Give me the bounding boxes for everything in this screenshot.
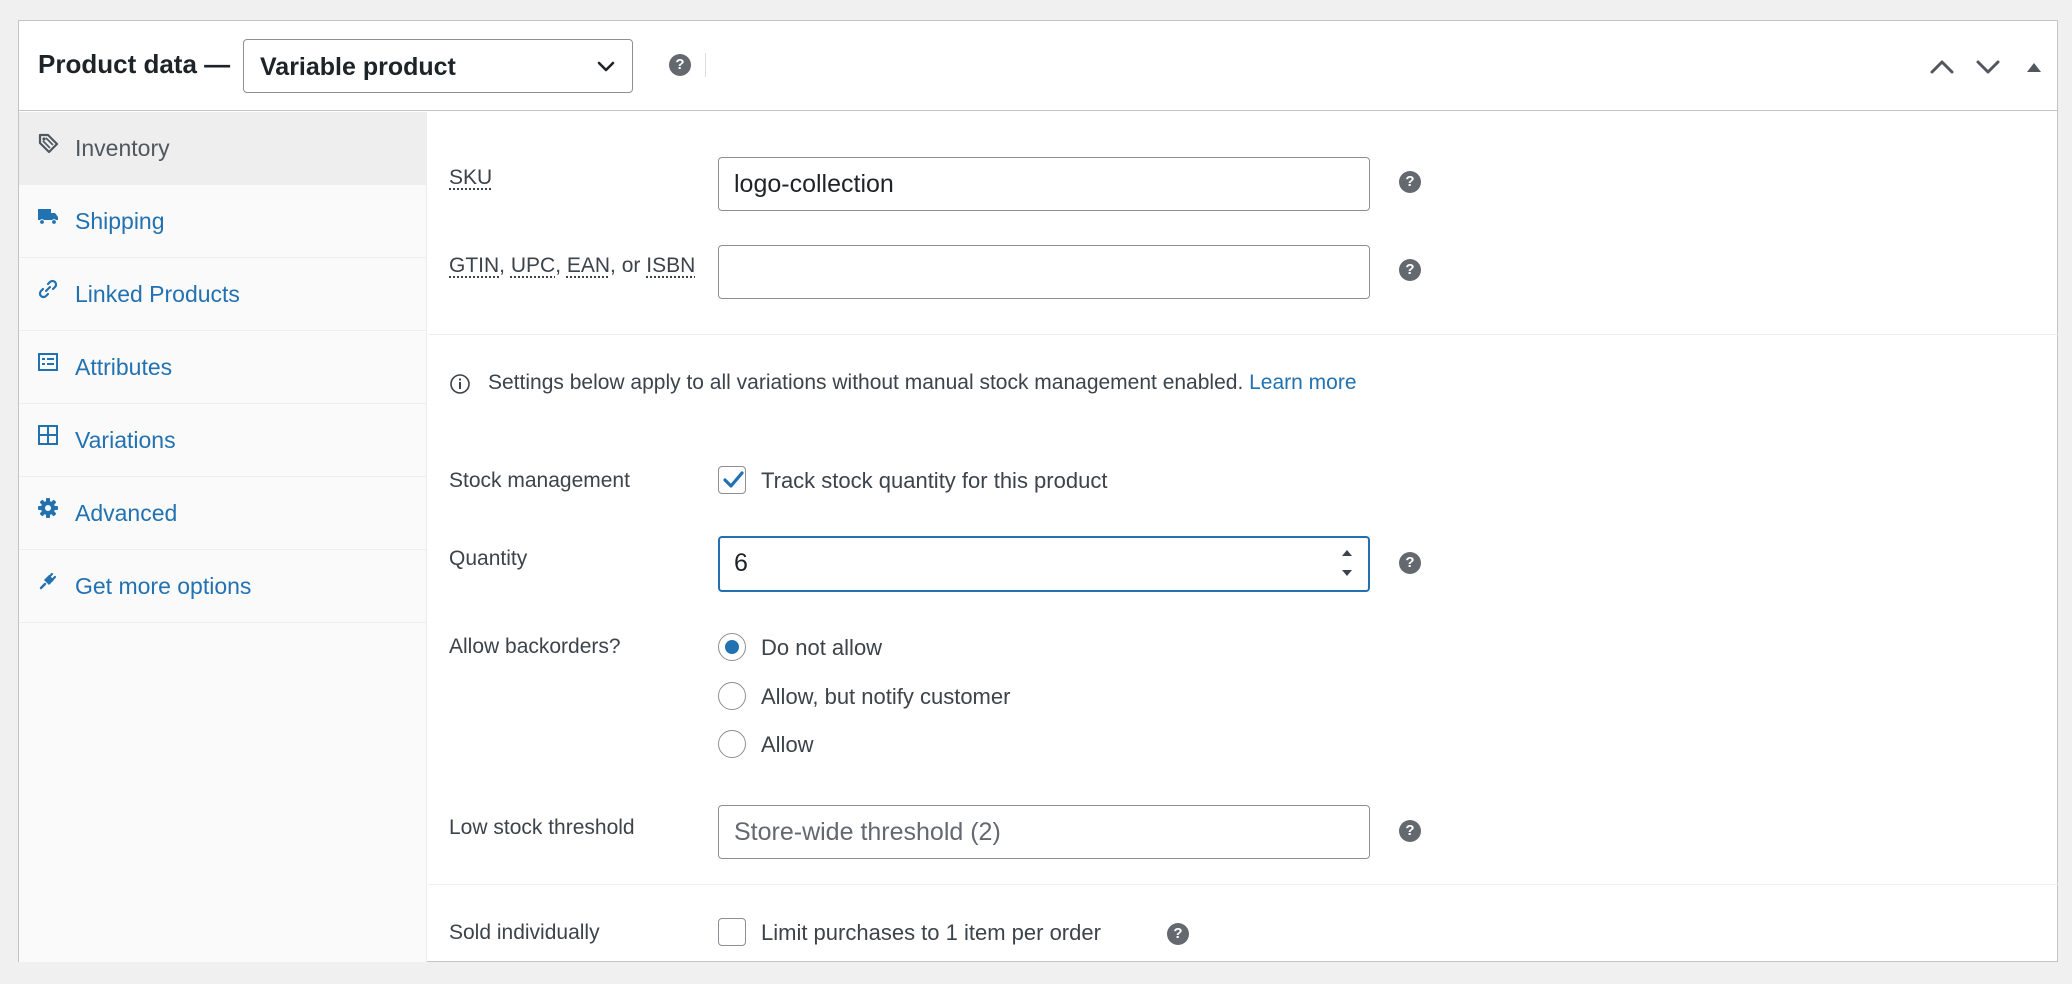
product-type-value: Variable product — [260, 53, 456, 81]
section-divider — [428, 884, 2059, 885]
stock-notice: Settings below apply to all variations w… — [488, 371, 1357, 395]
tab-shipping[interactable]: Shipping — [19, 185, 427, 258]
info-icon — [450, 374, 470, 394]
sold-individually-checkbox[interactable] — [718, 918, 746, 946]
section-divider — [428, 334, 2059, 335]
backorder-option-label: Do not allow — [761, 635, 883, 660]
move-down-icon[interactable] — [1973, 53, 2003, 81]
limit-purchases-label: Limit purchases to 1 item per order — [761, 920, 1101, 945]
plugin-icon — [39, 572, 57, 590]
tab-label: Inventory — [75, 135, 170, 161]
quantity-help-icon[interactable]: ? — [1399, 552, 1421, 574]
panel-header: Product data — Variable product ? — [19, 21, 2057, 111]
tab-attributes[interactable]: Attributes — [19, 331, 427, 404]
product-type-select[interactable]: Variable product — [243, 39, 633, 93]
backorder-option-label: Allow, but notify customer — [761, 684, 1011, 709]
tab-label: Get more options — [75, 573, 252, 599]
gtin-sep-3: , or — [610, 254, 647, 277]
tab-label: Variations — [75, 427, 176, 453]
sold-individually-label: Sold individually — [449, 921, 600, 944]
tab-inventory[interactable]: Inventory — [19, 112, 427, 185]
gear-icon — [38, 498, 58, 518]
tab-linked-products[interactable]: Linked Products — [19, 258, 427, 331]
sku-input[interactable]: logo-collection — [718, 157, 1370, 211]
gtin-abbr: GTIN — [449, 254, 500, 277]
product-data-tabs: Inventory Shipping Linked Products Attri… — [19, 112, 427, 962]
quantity-label: Quantity — [449, 547, 528, 570]
backorder-option-label: Allow — [761, 732, 814, 757]
chevron-down-icon — [597, 61, 615, 72]
backorder-radio-notify[interactable] — [718, 682, 746, 710]
tab-get-more-options[interactable]: Get more options — [19, 550, 427, 623]
spinner-arrows-icon[interactable] — [1334, 542, 1360, 584]
learn-more-link[interactable]: Learn more — [1249, 371, 1356, 394]
quantity-stepper[interactable]: 6 — [718, 536, 1370, 592]
track-stock-label: Track stock quantity for this product — [761, 468, 1108, 493]
backorder-radio-yes[interactable] — [718, 730, 746, 758]
quantity-value: 6 — [734, 549, 748, 577]
sku-label: SKU — [449, 166, 493, 189]
stock-management-label: Stock management — [449, 469, 630, 492]
backorders-label: Allow backorders? — [449, 635, 621, 658]
checkmark-icon — [723, 471, 744, 488]
ean-abbr: EAN — [566, 254, 611, 277]
inventory-panel: SKU logo-collection ? GTIN, UPC, EAN, or… — [428, 112, 2059, 962]
truck-icon — [38, 209, 58, 225]
low-stock-help-icon[interactable]: ? — [1399, 820, 1421, 842]
header-divider — [705, 53, 706, 77]
collapse-toggle-icon[interactable] — [2019, 53, 2049, 81]
gtin-sep-1: , — [499, 254, 511, 277]
tag-icon — [38, 133, 59, 154]
upc-abbr: UPC — [510, 254, 556, 277]
tab-label: Advanced — [75, 500, 178, 526]
gtin-label: GTIN, UPC, EAN, or ISBN — [449, 254, 695, 278]
product-type-help-icon[interactable]: ? — [669, 54, 691, 76]
backorder-radio-no[interactable] — [718, 633, 746, 661]
panel-title: Product data — — [38, 49, 231, 79]
tab-label: Linked Products — [75, 281, 240, 307]
grid-icon — [38, 425, 58, 445]
isbn-abbr: ISBN — [646, 254, 696, 277]
stock-notice-text: Settings below apply to all variations w… — [488, 371, 1244, 394]
list-icon — [38, 353, 58, 371]
tab-variations[interactable]: Variations — [19, 404, 427, 477]
gtin-help-icon[interactable]: ? — [1399, 259, 1421, 281]
gtin-input[interactable] — [718, 245, 1370, 299]
move-up-icon[interactable] — [1927, 53, 1957, 81]
gtin-sep-2: , — [555, 254, 567, 277]
tab-label: Attributes — [75, 354, 173, 380]
sold-individually-help-icon[interactable]: ? — [1167, 923, 1189, 945]
product-data-panel: Product data — Variable product ? Invent… — [18, 20, 2059, 962]
tab-label: Shipping — [75, 208, 165, 234]
link-icon — [38, 279, 58, 299]
sku-help-icon[interactable]: ? — [1399, 171, 1421, 193]
low-stock-input[interactable]: Store-wide threshold (2) — [718, 805, 1370, 859]
low-stock-label: Low stock threshold — [449, 816, 635, 839]
track-stock-checkbox[interactable] — [718, 466, 746, 494]
tab-advanced[interactable]: Advanced — [19, 477, 427, 550]
